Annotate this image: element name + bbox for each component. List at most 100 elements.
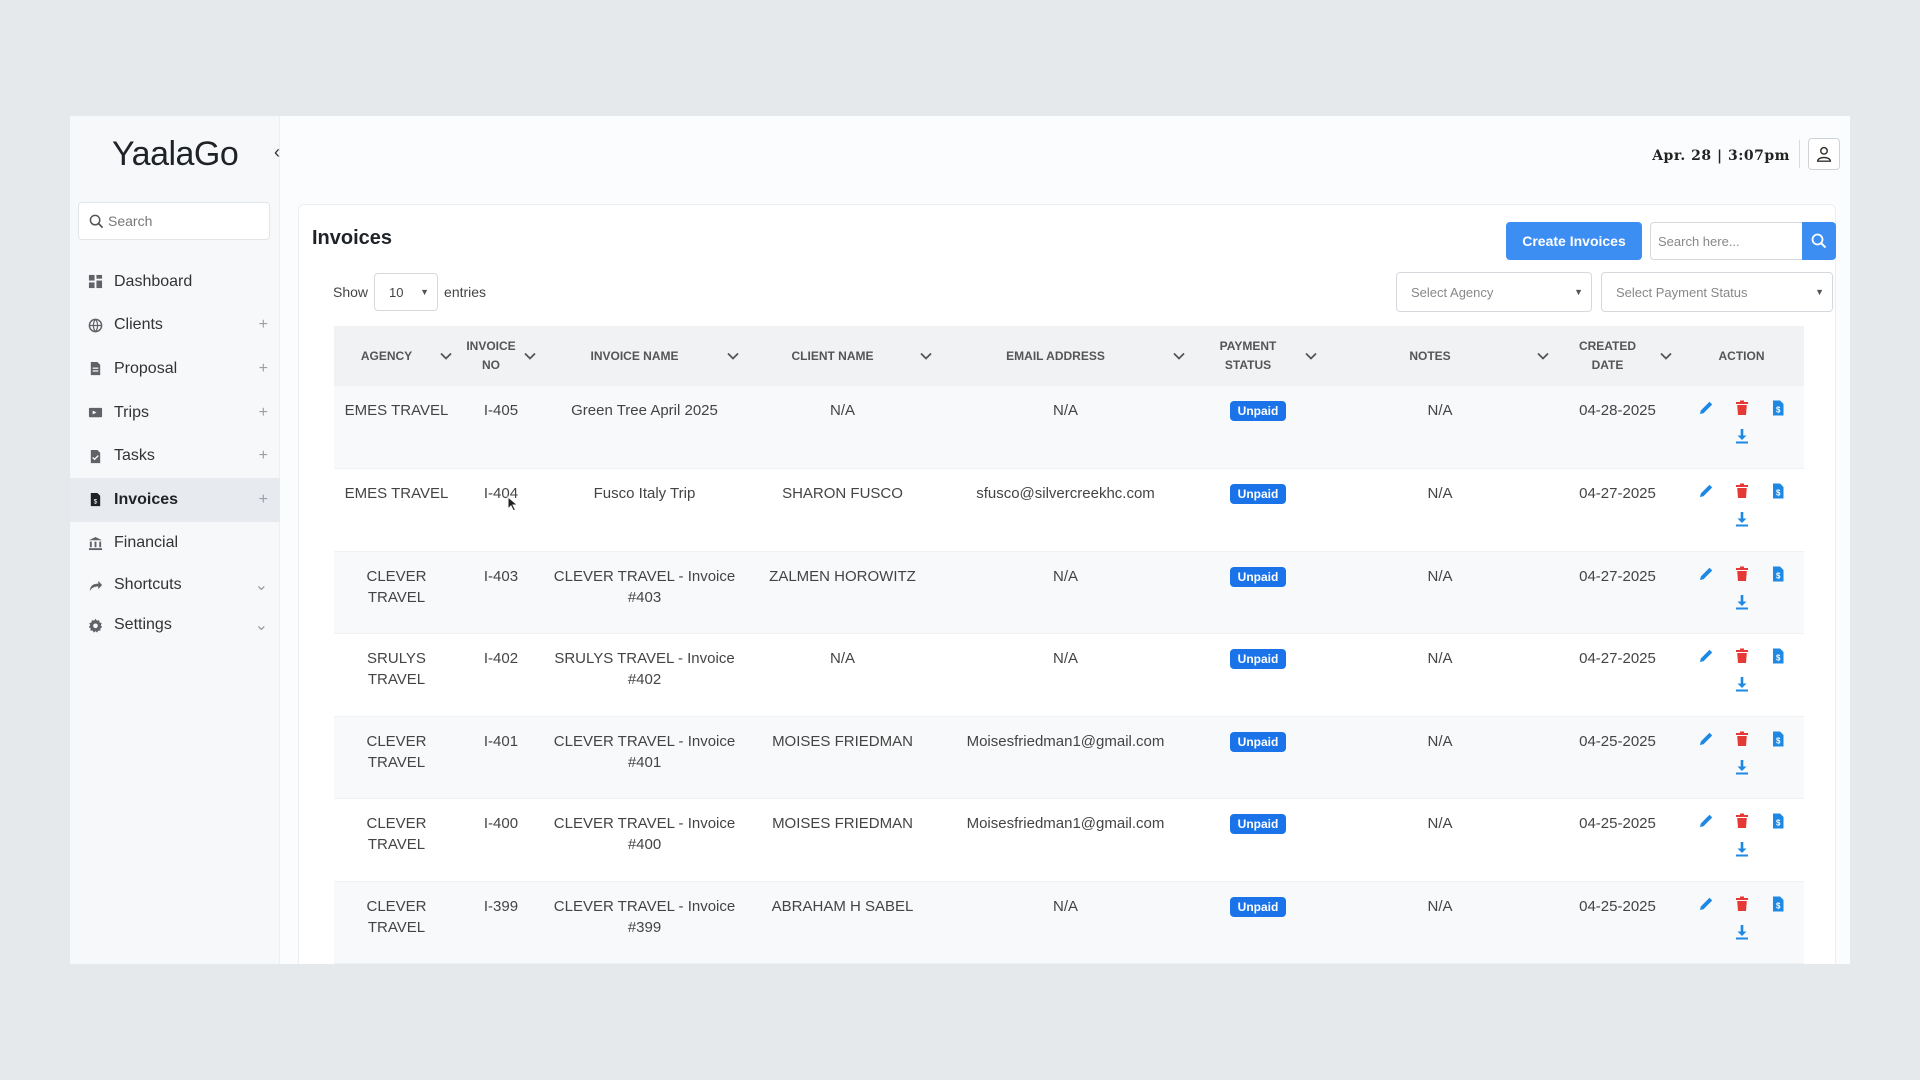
cell-notes: N/A [1427, 897, 1453, 915]
edit-icon[interactable] [1688, 890, 1724, 918]
download-icon[interactable] [1724, 753, 1760, 781]
edit-icon[interactable] [1688, 477, 1724, 505]
sort-chevron-icon[interactable] [1536, 349, 1550, 363]
sidebar-item-invoices[interactable]: $ Invoices + [70, 477, 280, 522]
sort-chevron-icon[interactable] [726, 349, 740, 363]
delete-icon[interactable] [1724, 394, 1760, 422]
cell-actions: $ [1679, 634, 1804, 717]
download-icon[interactable] [1724, 422, 1760, 450]
sort-chevron-icon[interactable] [1659, 349, 1673, 363]
edit-icon[interactable] [1688, 394, 1724, 422]
column-header-created-date[interactable]: CREATED DATE [1556, 326, 1679, 386]
column-header-notes[interactable]: NOTES [1324, 326, 1556, 386]
cell-invoice-no: I-399 [483, 897, 519, 915]
cell-actions: $ [1679, 551, 1804, 634]
download-icon[interactable] [1724, 918, 1760, 946]
cell-email: sfusco@silvercreekhc.com [976, 485, 1155, 502]
sort-chevron-icon[interactable] [439, 349, 453, 363]
edit-icon[interactable] [1688, 807, 1724, 835]
table-row[interactable]: CLEVER TRAVEL I-400 CLEVER TRAVEL - Invoic… [334, 799, 1804, 881]
sidebar-item-label: Clients [114, 316, 163, 334]
row-actions: $ [1688, 642, 1796, 698]
delete-icon[interactable] [1724, 642, 1760, 670]
table-row[interactable]: EMES TRAVEL I-405 Green Tree April 2025 N/A… [334, 386, 1804, 469]
cell-invoice-name: CLEVER TRAVEL - Invoice #401 [553, 732, 736, 771]
globe-icon [86, 316, 104, 334]
plus-icon[interactable]: + [259, 447, 268, 465]
delete-icon[interactable] [1724, 477, 1760, 505]
select-agency-dropdown[interactable]: Select Agency ▼ [1396, 272, 1592, 312]
column-header-payment-status[interactable]: PAYMENT STATUS [1192, 326, 1324, 386]
column-header-invoice-name[interactable]: INVOICE NAME [543, 326, 746, 386]
sidebar-item-label: Financial [114, 534, 179, 552]
delete-icon[interactable] [1724, 560, 1760, 588]
plus-icon[interactable]: + [259, 491, 268, 509]
plus-icon[interactable]: + [259, 360, 268, 378]
cell-date: 04-27-2025 [1579, 485, 1656, 502]
column-header-client-name[interactable]: CLIENT NAME [746, 326, 939, 386]
column-header-email-address[interactable]: EMAIL ADDRESS [939, 326, 1192, 386]
row-actions: $ [1688, 394, 1796, 450]
svg-text:$: $ [93, 499, 97, 506]
sort-chevron-icon[interactable] [523, 349, 537, 363]
entries-select[interactable]: 10 ▼ [374, 273, 439, 311]
column-header-agency[interactable]: AGENCY [334, 326, 459, 386]
cell-email: Moisesfriedman1@gmail.com [966, 815, 1165, 832]
column-header-invoice-no[interactable]: INVOICE NO [459, 326, 543, 386]
edit-icon[interactable] [1688, 725, 1724, 753]
create-invoices-button[interactable]: Create Invoices [1506, 222, 1642, 260]
select-payment-status-dropdown[interactable]: Select Payment Status ▼ [1601, 272, 1833, 312]
sort-chevron-icon[interactable] [919, 349, 933, 363]
sidebar-item-dashboard[interactable]: Dashboard [70, 260, 280, 304]
delete-icon[interactable] [1724, 725, 1760, 753]
column-header-action: ACTION [1679, 326, 1804, 386]
chevron-down-icon[interactable]: ⌄ [255, 575, 268, 595]
invoice-file-icon[interactable]: $ [1760, 807, 1796, 835]
column-header-label: NOTES [1409, 348, 1451, 363]
sidebar-item-clients[interactable]: Clients + [70, 304, 280, 348]
table-row[interactable]: EMES TRAVEL I-404 Fusco Italy Trip SHARON F… [334, 469, 1804, 552]
invoice-file-icon[interactable]: $ [1760, 725, 1796, 753]
table-row[interactable]: CLEVER TRAVEL I-403 CLEVER TRAVEL - Invoic… [334, 551, 1804, 634]
download-icon[interactable] [1724, 670, 1760, 698]
sidebar-search[interactable] [78, 202, 270, 240]
table-row[interactable]: SRULYS TRAVEL I-402 SRULYS TRAVEL - Invoic… [334, 634, 1804, 717]
sidebar-item-proposal[interactable]: Proposal + [70, 347, 280, 391]
invoice-file-icon[interactable]: $ [1760, 477, 1796, 505]
download-icon[interactable] [1724, 588, 1760, 616]
sort-chevron-icon[interactable] [1304, 349, 1318, 363]
user-profile-button[interactable] [1808, 138, 1840, 170]
table-row[interactable]: CLEVER TRAVEL I-401 CLEVER TRAVEL - Invoic… [334, 716, 1804, 799]
sidebar-item-financial[interactable]: Financial [70, 522, 280, 566]
sidebar-item-tasks[interactable]: Tasks + [70, 434, 280, 478]
delete-icon[interactable] [1724, 807, 1760, 835]
table-row[interactable]: CLEVER TRAVEL I-399 CLEVER TRAVEL - Invoic… [334, 881, 1804, 964]
sidebar-item-shortcuts[interactable]: Shortcuts ⌄ [70, 565, 280, 605]
invoice-file-icon[interactable]: $ [1760, 890, 1796, 918]
row-actions: $ [1688, 477, 1796, 533]
download-icon[interactable] [1724, 835, 1760, 863]
download-icon[interactable] [1724, 505, 1760, 533]
invoice-search-input[interactable] [1650, 222, 1802, 260]
cell-email: N/A [1052, 897, 1078, 915]
sidebar-item-settings[interactable]: Settings ⌄ [70, 605, 280, 645]
cell-date: 04-27-2025 [1579, 650, 1656, 667]
collapse-sidebar-icon[interactable]: ‹ [274, 142, 280, 163]
invoice-file-icon[interactable]: $ [1760, 642, 1796, 670]
cell-status: Unpaid [1192, 469, 1324, 552]
delete-icon[interactable] [1724, 890, 1760, 918]
sidebar-item-label: Proposal [114, 359, 178, 377]
edit-icon[interactable] [1688, 560, 1724, 588]
chevron-down-icon[interactable]: ⌄ [255, 615, 268, 635]
invoice-search-button[interactable] [1802, 222, 1836, 260]
chevron-down-icon: ▼ [420, 287, 430, 297]
edit-icon[interactable] [1688, 642, 1724, 670]
invoice-file-icon[interactable]: $ [1760, 394, 1796, 422]
show-label: Show [333, 284, 369, 300]
sidebar-item-trips[interactable]: Trips + [70, 391, 280, 435]
sort-chevron-icon[interactable] [1172, 349, 1186, 363]
sidebar-search-input[interactable] [108, 213, 268, 229]
invoice-file-icon[interactable]: $ [1760, 560, 1796, 588]
plus-icon[interactable]: + [259, 316, 268, 334]
plus-icon[interactable]: + [259, 404, 268, 422]
